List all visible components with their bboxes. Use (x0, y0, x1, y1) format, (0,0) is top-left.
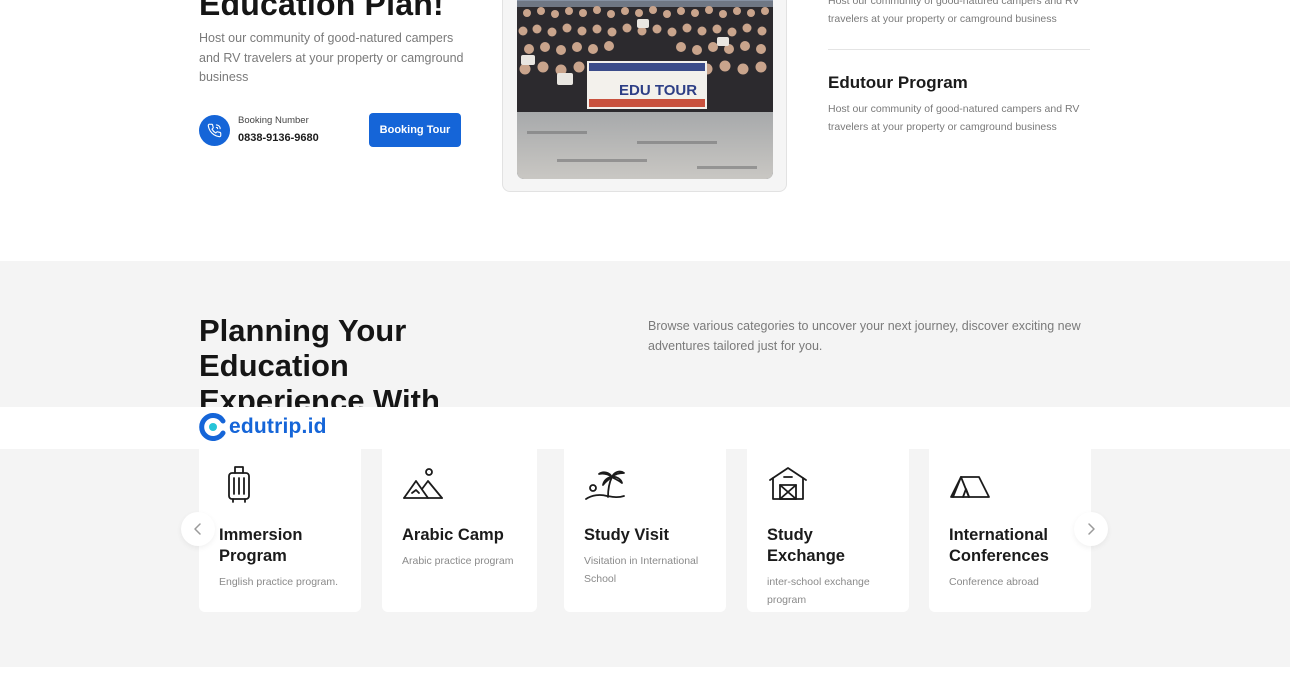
card-title: Study Visit (584, 526, 669, 544)
section-description: Browse various categories to uncover you… (648, 319, 1081, 353)
category-card[interactable]: Immersion Program English practice progr… (199, 449, 361, 612)
luggage-icon (228, 466, 250, 503)
card-description: English practice program. (219, 576, 339, 588)
carousel-next-button[interactable] (1074, 512, 1108, 546)
chevron-left-icon (194, 523, 201, 535)
booking-tour-button[interactable]: Booking Tour (369, 113, 461, 147)
group-photo: EDU TOUR (517, 0, 773, 179)
card-title: International Conferences (949, 526, 1049, 565)
card-title: Immersion Program (219, 526, 303, 565)
program-item: Edutour Program Host our community of go… (828, 72, 1090, 136)
hero-title: Education Plan! (199, 0, 444, 22)
card-description: Visitation in International School (584, 555, 699, 585)
logo-bar: edutrip.id (0, 407, 1290, 449)
photo-card: EDU TOUR (502, 0, 787, 192)
program-title: Edutour Program (828, 73, 968, 92)
category-card[interactable]: Study Visit Visitation in International … (564, 449, 726, 612)
hero-description: Host our community of good-natured campe… (199, 31, 464, 84)
booking-text: Booking Number 0838-9136-9680 (238, 114, 319, 146)
top-section: Education Plan! Host our community of go… (0, 0, 1290, 261)
divider (828, 49, 1090, 50)
carousel-prev-button[interactable] (181, 512, 215, 546)
card-title: Study Exchange (767, 526, 845, 565)
booking-contact[interactable]: Booking Number 0838-9136-9680 (199, 114, 319, 146)
desert-icon (403, 468, 443, 499)
program-item: Host our community of good-natured campe… (828, 0, 1090, 28)
palm-island-icon (585, 470, 625, 500)
card-description: inter-school exchange program (767, 576, 870, 606)
program-description: Host our community of good-natured campe… (828, 0, 1080, 25)
card-title: Arabic Camp (402, 526, 504, 544)
tent-icon (950, 476, 990, 498)
logo-mark-icon (199, 413, 226, 441)
booking-label: Booking Number (238, 115, 309, 126)
edutrip-logo[interactable]: edutrip.id (199, 413, 327, 441)
card-description: Arabic practice program (402, 555, 514, 567)
category-card[interactable]: Arabic Camp Arabic practice program (382, 449, 537, 612)
program-description: Host our community of good-natured campe… (828, 103, 1080, 133)
logo-text: edutrip.id (229, 415, 327, 438)
booking-number[interactable]: 0838-9136-9680 (238, 130, 319, 146)
barn-icon (769, 467, 807, 500)
card-description: Conference abroad (949, 576, 1039, 588)
category-card[interactable]: International Conferences Conference abr… (929, 449, 1091, 612)
category-card[interactable]: Study Exchange inter-school exchange pro… (747, 449, 909, 612)
photo-banner-text: EDU TOUR (619, 82, 697, 99)
chevron-right-icon (1088, 523, 1095, 535)
phone-icon (199, 114, 230, 146)
